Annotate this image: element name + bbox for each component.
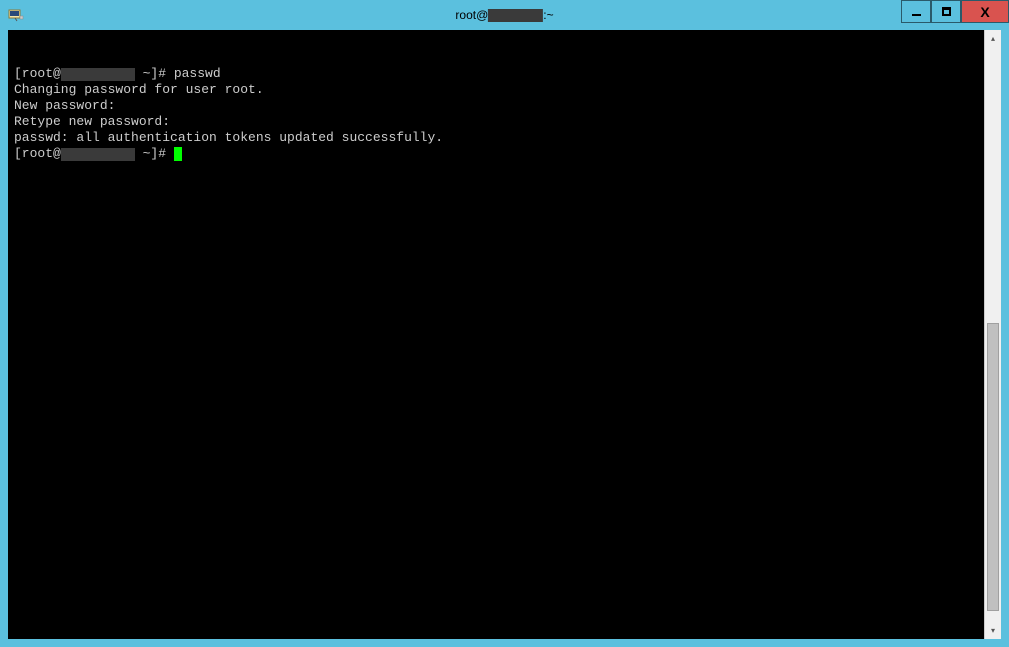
- prompt-redacted-host: [61, 68, 135, 81]
- putty-icon: [8, 7, 24, 23]
- chevron-up-icon: ▴: [991, 34, 995, 43]
- window-titlebar[interactable]: root@ :~ X: [0, 0, 1009, 30]
- title-prefix: root@: [455, 8, 488, 22]
- scroll-down-arrow[interactable]: ▾: [985, 622, 1001, 639]
- terminal-line: [root@ ~]#: [14, 146, 978, 162]
- terminal-line: Retype new password:: [14, 114, 978, 130]
- prompt-prefix: [root@: [14, 66, 61, 81]
- terminal-line: [root@ ~]# passwd: [14, 66, 978, 82]
- title-redacted-host: [488, 9, 543, 22]
- close-button[interactable]: X: [961, 0, 1009, 23]
- window-title: root@ :~: [455, 8, 553, 22]
- scroll-track[interactable]: [985, 47, 1001, 622]
- prompt-prefix: [root@: [14, 146, 61, 161]
- close-icon: X: [980, 4, 989, 20]
- window-controls: X: [901, 0, 1009, 23]
- minimize-button[interactable]: [901, 0, 931, 23]
- terminal-line: Changing password for user root.: [14, 82, 978, 98]
- terminal-line: passwd: all authentication tokens update…: [14, 130, 978, 146]
- maximize-button[interactable]: [931, 0, 961, 23]
- cursor-icon: [174, 147, 182, 161]
- title-suffix: :~: [543, 8, 553, 22]
- scroll-up-arrow[interactable]: ▴: [985, 30, 1001, 47]
- terminal-line: New password:: [14, 98, 978, 114]
- scroll-thumb[interactable]: [987, 323, 999, 611]
- prompt-suffix: ~]#: [135, 66, 174, 81]
- terminal-output[interactable]: [root@ ~]# passwdChanging password for u…: [8, 30, 984, 639]
- minimize-icon: [912, 14, 921, 16]
- chevron-down-icon: ▾: [991, 626, 995, 635]
- terminal-container: [root@ ~]# passwdChanging password for u…: [8, 30, 1001, 639]
- vertical-scrollbar[interactable]: ▴ ▾: [984, 30, 1001, 639]
- prompt-suffix: ~]#: [135, 146, 174, 161]
- prompt-redacted-host: [61, 148, 135, 161]
- maximize-icon: [942, 7, 951, 16]
- command-text: passwd: [174, 66, 221, 81]
